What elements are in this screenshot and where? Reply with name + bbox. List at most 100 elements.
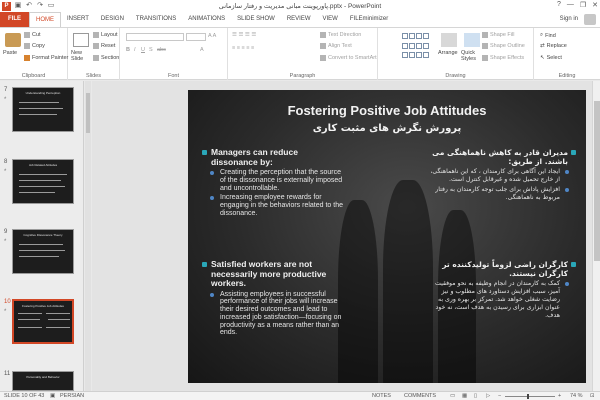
- grow-font-icon[interactable]: A A: [208, 33, 216, 39]
- tab-transitions[interactable]: TRANSITIONS: [130, 12, 182, 27]
- zoom-in-icon[interactable]: +: [558, 393, 561, 399]
- reset-icon: [93, 43, 99, 49]
- replace-button[interactable]: ⇄ Replace: [540, 43, 567, 49]
- help-button[interactable]: ?: [557, 1, 561, 9]
- status-bar: SLIDE 10 OF 43 ▣ PERSIAN NOTES COMMENTS …: [0, 391, 600, 400]
- slide-thumbnail[interactable]: Personality and Behavior: [12, 371, 74, 391]
- text-direction-icon: [320, 32, 326, 38]
- align-icons[interactable]: ≡ ≡ ≡ ≡ ≡: [232, 45, 254, 51]
- strikethrough-icon[interactable]: abc: [157, 47, 166, 53]
- arrange-icon[interactable]: [441, 33, 457, 47]
- tab-insert[interactable]: INSERT: [61, 12, 95, 27]
- english-content-top[interactable]: Managers can reduce dissonance by: Creat…: [202, 147, 347, 218]
- zoom-level[interactable]: 74 %: [570, 393, 583, 399]
- close-button[interactable]: ✕: [592, 1, 598, 9]
- cut-button[interactable]: Cut: [24, 32, 41, 38]
- avatar[interactable]: [584, 14, 596, 25]
- slide-title[interactable]: Fostering Positive Job Attitudes: [188, 103, 586, 118]
- tab-review[interactable]: REVIEW: [281, 12, 317, 27]
- tab-home[interactable]: HOME: [29, 12, 61, 27]
- persian-content-top[interactable]: مدیران قادر به کاهش ناهماهنگی می باشند. …: [426, 148, 576, 202]
- restore-button[interactable]: ❐: [580, 1, 586, 9]
- window-title: پاورپوینت مبانی مدیریت و رفتار سازمانی.p…: [218, 3, 382, 10]
- format-painter-button[interactable]: Format Painter: [24, 55, 68, 61]
- slide-editor: Fostering Positive Job Attitudes پرورش ن…: [92, 81, 600, 391]
- editor-scroll-thumb[interactable]: [594, 101, 600, 261]
- slide-thumbnail[interactable]: Understanding Perception: [12, 87, 74, 132]
- shapes-gallery[interactable]: [402, 33, 430, 61]
- section-button[interactable]: Section: [93, 55, 119, 61]
- new-slide-icon[interactable]: [73, 33, 89, 47]
- english-bullet: Increasing employee rewards for engaging…: [202, 194, 347, 217]
- font-name-input[interactable]: [126, 33, 184, 41]
- slide-subtitle[interactable]: پرورش نگرش های مثبت کاری: [188, 123, 586, 134]
- slide-thumbnail[interactable]: Job Related Attitudes: [12, 159, 74, 204]
- language-indicator[interactable]: PERSIAN: [60, 393, 84, 399]
- quick-styles-icon[interactable]: [464, 33, 480, 47]
- english-heading: Satisfied workers are not necessarily mo…: [202, 259, 347, 289]
- tab-file[interactable]: FILE: [0, 12, 29, 27]
- replace-icon: ⇄: [540, 43, 545, 49]
- copy-button[interactable]: Copy: [24, 43, 45, 49]
- italic-icon[interactable]: I: [134, 47, 136, 53]
- drawing-group: Arrange Quick Styles Shape Fill Shape Ou…: [378, 28, 534, 80]
- tab-fileminimizer[interactable]: FILEminimizer: [344, 12, 394, 27]
- paste-icon[interactable]: [5, 33, 21, 47]
- font-size-input[interactable]: [186, 33, 206, 41]
- shape-effects-button[interactable]: Shape Effects: [482, 55, 524, 61]
- animation-star-icon: *: [4, 309, 7, 315]
- slideshow-view-icon[interactable]: ▷: [486, 393, 490, 399]
- tab-slide-show[interactable]: SLIDE SHOW: [231, 12, 281, 27]
- editor-scrollbar[interactable]: [592, 81, 600, 391]
- font-color-icon[interactable]: A: [200, 47, 204, 53]
- shadow-icon[interactable]: S: [149, 47, 153, 53]
- slide-canvas[interactable]: Fostering Positive Job Attitudes پرورش ن…: [188, 90, 586, 383]
- persian-content-bottom[interactable]: کارگران راضی لزوماً تولیدکننده تر کارگرا…: [426, 260, 576, 320]
- comments-button[interactable]: COMMENTS: [404, 393, 436, 399]
- align-text-button[interactable]: Align Text: [320, 43, 352, 49]
- thumbnail-scrollbar[interactable]: [85, 81, 91, 391]
- sign-in-link[interactable]: Sign in: [560, 16, 578, 22]
- paste-button[interactable]: Paste: [3, 50, 17, 56]
- reset-button[interactable]: Reset: [93, 43, 115, 49]
- find-button[interactable]: ⌕ Find: [540, 32, 556, 39]
- notes-button[interactable]: NOTES: [372, 393, 391, 399]
- tab-view[interactable]: VIEW: [317, 12, 344, 27]
- new-slide-button[interactable]: New Slide: [71, 50, 91, 62]
- title-bar: P ▣ ↶ ↷ ▭ پاورپوینت مبانی مدیریت و رفتار…: [0, 0, 600, 12]
- clipboard-label: Clipboard: [21, 73, 46, 79]
- layout-button[interactable]: Layout: [93, 32, 118, 38]
- fit-slide-icon[interactable]: ⊡: [590, 393, 595, 399]
- ribbon: Paste Cut Copy Format Painter Clipboard …: [0, 27, 600, 80]
- slides-label: Slides: [86, 73, 101, 79]
- spellcheck-icon[interactable]: ▣: [50, 393, 55, 399]
- shape-fill-button[interactable]: Shape Fill: [482, 32, 514, 38]
- zoom-out-icon[interactable]: −: [498, 393, 501, 399]
- reading-view-icon[interactable]: ▯: [474, 393, 477, 399]
- shape-outline-button[interactable]: Shape Outline: [482, 43, 525, 49]
- zoom-slider-handle[interactable]: [527, 394, 529, 399]
- slide-thumbnail-selected[interactable]: Fostering Positive Job Attitudes: [12, 299, 74, 344]
- convert-smartart-button[interactable]: Convert to SmartArt: [320, 55, 377, 61]
- outline-icon: [482, 43, 488, 49]
- slide-thumbnail[interactable]: Cognitive Dissonance Theory: [12, 229, 74, 274]
- bullets-icon[interactable]: ☰ ☰ ☰ ☰: [232, 32, 256, 38]
- tab-animations[interactable]: ANIMATIONS: [182, 12, 231, 27]
- english-heading: Managers can reduce dissonance by:: [202, 147, 347, 167]
- underline-icon[interactable]: U: [141, 47, 145, 53]
- slide-sorter-icon[interactable]: ▦: [462, 393, 467, 399]
- select-button[interactable]: ↖ Select: [540, 55, 562, 61]
- slide-thumbnail-panel[interactable]: 7 * Understanding Perception 8 * Job Rel…: [0, 81, 84, 391]
- normal-view-icon[interactable]: ▭: [450, 393, 455, 399]
- paragraph-group: ☰ ☰ ☰ ☰ ≡ ≡ ≡ ≡ ≡ Text Direction Align T…: [228, 28, 378, 80]
- zoom-slider[interactable]: [505, 396, 555, 397]
- bold-icon[interactable]: B: [126, 47, 130, 53]
- thumbnail-scroll-thumb[interactable]: [86, 93, 90, 133]
- quick-styles-button[interactable]: Quick Styles: [461, 50, 481, 62]
- font-group: A A B I U S abc A Font: [120, 28, 228, 80]
- minimize-button[interactable]: —: [567, 1, 574, 9]
- text-direction-button[interactable]: Text Direction: [320, 32, 361, 38]
- arrange-button[interactable]: Arrange: [438, 50, 458, 56]
- english-content-bottom[interactable]: Satisfied workers are not necessarily mo…: [202, 259, 347, 337]
- tab-design[interactable]: DESIGN: [95, 12, 130, 27]
